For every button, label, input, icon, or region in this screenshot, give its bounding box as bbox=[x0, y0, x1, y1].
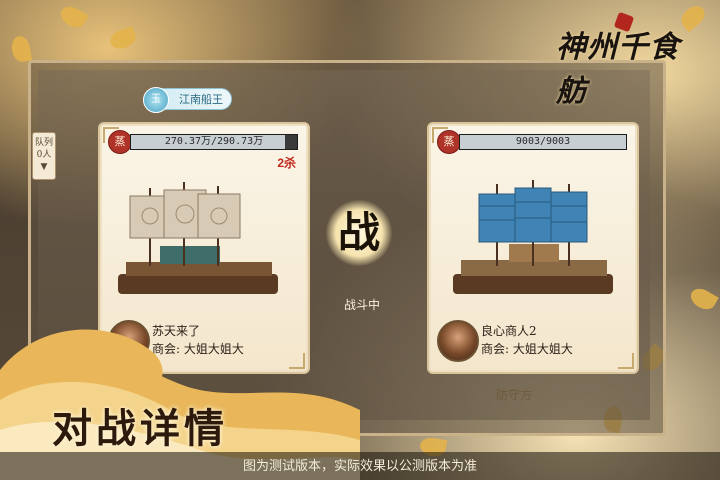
queue-count: 0人 bbox=[36, 150, 52, 160]
defender-role-label: 防守方 bbox=[496, 388, 533, 402]
defender-name: 良心商人2 bbox=[481, 324, 537, 338]
queue-indicator[interactable]: 队列 0人 ▼ bbox=[32, 132, 56, 180]
battle-details-title: 对战详情 bbox=[52, 405, 228, 452]
dish-seal-icon: 蒸 bbox=[108, 130, 132, 154]
defender-card[interactable]: 蒸 9003/9003 良心商人2 商会: 大姐大姐大 bbox=[427, 122, 639, 374]
defender-hp-text: 9003/9003 bbox=[515, 136, 571, 147]
battle-versus-emblem: 战 bbox=[326, 200, 392, 266]
badge-label: 江南船王 bbox=[179, 93, 223, 106]
jiangnan-ship-king-badge[interactable]: 玉 江南船王 bbox=[143, 87, 232, 113]
game-logo: 神州千食舫 bbox=[556, 11, 696, 109]
test-version-disclaimer: 图为测试版本，实际效果以公测版本为准 bbox=[0, 452, 720, 480]
defender-owner-info: 良心商人2 商会: 大姐大姐大 bbox=[437, 320, 633, 366]
defender-avatar[interactable] bbox=[437, 320, 479, 362]
defender-hp-bar: 9003/9003 bbox=[459, 134, 627, 150]
queue-label: 队列 bbox=[34, 138, 53, 148]
attacker-hp-bar: 270.37万/290.73万 bbox=[130, 134, 298, 150]
dropdown-arrow-icon: ▼ bbox=[40, 162, 48, 172]
attacker-ship-image bbox=[118, 182, 278, 294]
attacker-hp-text: 270.37万/290.73万 bbox=[164, 136, 264, 147]
defender-guild: 商会: 大姐大姐大 bbox=[481, 342, 573, 356]
jade-icon: 玉 bbox=[143, 87, 169, 113]
dish-seal-icon: 蒸 bbox=[437, 130, 461, 154]
defender-ship-image bbox=[453, 180, 613, 294]
attacker-kill-count: 2杀 bbox=[277, 156, 296, 170]
